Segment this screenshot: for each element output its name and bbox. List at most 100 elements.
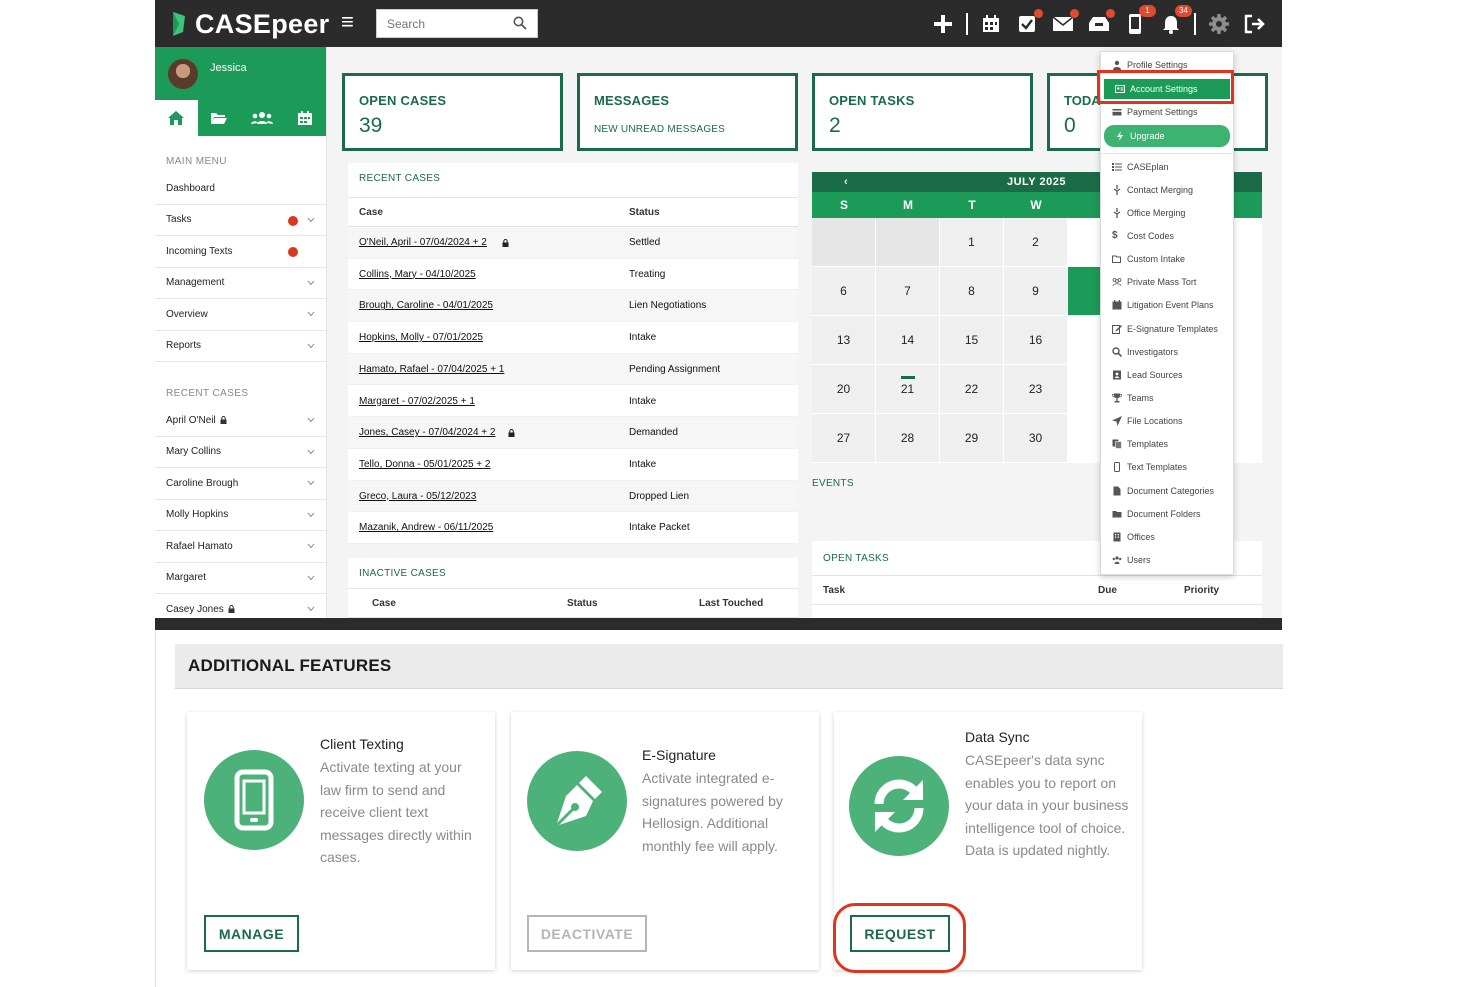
sidebar-item-incoming-texts[interactable]: Incoming Texts — [155, 236, 326, 268]
calendar-day-7[interactable]: 7 — [876, 267, 940, 316]
case-link[interactable]: O'Neil, April - 07/04/2024 + 2 — [359, 237, 487, 248]
sidebar-item-reports[interactable]: Reports — [155, 331, 326, 362]
chevron-down-icon[interactable] — [307, 542, 315, 550]
menu-item-templates[interactable]: Templates — [1101, 434, 1233, 454]
menu-item-file-locations[interactable]: File Locations — [1101, 411, 1233, 431]
sidebar-recent-molly-hopkins[interactable]: Molly Hopkins — [155, 500, 326, 531]
menu-item-text-templates[interactable]: Text Templates — [1101, 457, 1233, 477]
chevron-down-icon[interactable] — [307, 605, 315, 613]
chevron-down-icon[interactable] — [307, 574, 315, 582]
table-row[interactable]: Tello, Donna - 05/01/2025 + 2 Intake — [348, 449, 798, 481]
menu-item-private-mass-tort[interactable]: Private Mass Tort — [1101, 272, 1233, 292]
chevron-down-icon[interactable] — [307, 416, 315, 424]
sidebar-recent-margaret[interactable]: Margaret — [155, 563, 326, 594]
sidebar-recent-mary-collins[interactable]: Mary Collins — [155, 437, 326, 468]
case-link[interactable]: Hopkins, Molly - 07/01/2025 — [359, 332, 483, 343]
chevron-down-icon[interactable] — [307, 342, 315, 350]
tab-contacts[interactable] — [241, 100, 284, 136]
tab-home[interactable] — [155, 100, 198, 136]
menu-item-investigators[interactable]: Investigators — [1101, 342, 1233, 362]
calendar-day-23[interactable]: 23 — [1004, 365, 1068, 414]
calendar-day-15[interactable]: 15 — [940, 316, 1004, 365]
case-link[interactable]: Mazanik, Andrew - 06/11/2025 — [359, 522, 493, 533]
tab-calendar[interactable] — [283, 100, 326, 136]
menu-item-custom-intake[interactable]: Custom Intake — [1101, 249, 1233, 269]
case-link[interactable]: Hamato, Rafael - 07/04/2025 + 1 — [359, 364, 504, 375]
menu-item-document-categories[interactable]: Document Categories — [1101, 481, 1233, 501]
table-row[interactable]: Mazanik, Andrew - 06/11/2025 Intake Packe… — [348, 512, 798, 544]
calendar-day-16[interactable]: 16 — [1004, 316, 1068, 365]
chevron-down-icon[interactable] — [307, 216, 315, 224]
chevron-down-icon[interactable] — [307, 310, 315, 318]
table-row[interactable]: Collins, Mary - 04/10/2025 Treating — [348, 259, 798, 291]
calendar-day-21[interactable]: 21 — [876, 365, 940, 414]
case-link[interactable]: Collins, Mary - 04/10/2025 — [359, 269, 476, 280]
table-row[interactable]: Hamato, Rafael - 07/04/2025 + 1 Pending A… — [348, 353, 798, 386]
menu-item-office-merging[interactable]: Office Merging — [1101, 203, 1233, 223]
case-link[interactable]: Brough, Caroline - 04/01/2025 — [359, 300, 493, 311]
calendar-day-29[interactable]: 29 — [940, 414, 1004, 463]
sidebar-item-tasks[interactable]: Tasks — [155, 205, 326, 236]
mobile-phone-icon[interactable]: 1 — [1122, 4, 1156, 37]
calendar-day-14[interactable]: 14 — [876, 316, 940, 365]
mail-icon[interactable] — [1050, 8, 1079, 37]
sidebar-recent-rafael-hamato[interactable]: Rafael Hamato — [155, 531, 326, 563]
messages-card[interactable]: MESSAGES NEW UNREAD MESSAGES — [577, 73, 798, 151]
prev-month-button[interactable]: ‹ — [844, 176, 848, 188]
calendar-day-8[interactable]: 8 — [940, 267, 1004, 316]
casepeer-logo[interactable]: CASEpeer — [169, 7, 329, 41]
menu-item-payment-settings[interactable]: Payment Settings — [1101, 102, 1233, 122]
logout-icon[interactable] — [1242, 11, 1268, 37]
calendar-icon[interactable] — [978, 11, 1004, 37]
search-input[interactable] — [377, 10, 507, 37]
tab-cases[interactable] — [198, 100, 241, 136]
calendar-day-22[interactable]: 22 — [940, 365, 1004, 414]
calendar-day-2[interactable]: 2 — [1004, 218, 1068, 267]
menu-item-litigation-event-plans[interactable]: Litigation Event Plans — [1101, 295, 1233, 315]
menu-item-e-signature-templates[interactable]: E-Signature Templates — [1101, 319, 1233, 339]
inbox-icon[interactable] — [1086, 8, 1115, 37]
chevron-down-icon[interactable] — [307, 479, 315, 487]
chevron-down-icon[interactable] — [307, 279, 315, 287]
open-tasks-card[interactable]: OPEN TASKS 2 — [812, 73, 1033, 151]
hamburger-menu-icon[interactable]: ≡ — [341, 11, 357, 33]
calendar-day-20[interactable]: 20 — [812, 365, 876, 414]
sidebar-recent-caroline-brough[interactable]: Caroline Brough — [155, 468, 326, 500]
search-icon[interactable] — [513, 16, 527, 30]
case-link[interactable]: Jones, Casey - 07/04/2024 + 2 — [359, 427, 495, 438]
menu-item-document-folders[interactable]: Document Folders — [1101, 504, 1233, 524]
manage-button[interactable]: MANAGE — [204, 915, 299, 952]
calendar-day-30[interactable]: 30 — [1004, 414, 1068, 463]
menu-item-offices[interactable]: Offices — [1101, 527, 1233, 547]
table-row[interactable]: Jones, Casey - 07/04/2024 + 2 Demanded — [348, 417, 798, 449]
menu-item-lead-sources[interactable]: Lead Sources — [1101, 365, 1233, 385]
table-row[interactable]: Brough, Caroline - 04/01/2025 Lien Negoti… — [348, 290, 798, 323]
table-row[interactable]: Margaret - 07/02/2025 + 1 Intake — [348, 386, 798, 418]
case-link[interactable]: Margaret - 07/02/2025 + 1 — [359, 396, 475, 407]
sidebar-recent-april-oneil[interactable]: April O'Neil — [155, 405, 326, 437]
chevron-down-icon[interactable] — [307, 511, 315, 519]
gear-icon[interactable] — [1206, 11, 1232, 37]
sidebar-item-dashboard[interactable]: Dashboard — [155, 173, 326, 205]
table-row[interactable]: Greco, Laura - 05/12/2023 Dropped Lien — [348, 480, 798, 513]
chevron-down-icon[interactable] — [307, 448, 315, 456]
user-block[interactable]: Jessica — [155, 47, 326, 100]
case-link[interactable]: Tello, Donna - 05/01/2025 + 2 — [359, 459, 490, 470]
menu-item-contact-merging[interactable]: Contact Merging — [1101, 180, 1233, 200]
add-icon[interactable] — [930, 11, 956, 37]
table-row[interactable]: O'Neil, April - 07/04/2024 + 2 Settled — [348, 227, 798, 259]
calendar-day-6[interactable]: 6 — [812, 267, 876, 316]
deactivate-button[interactable]: DEACTIVATE — [527, 915, 647, 952]
calendar-day-28[interactable]: 28 — [876, 414, 940, 463]
menu-item-users[interactable]: Users — [1101, 550, 1233, 570]
menu-item-upgrade[interactable]: Upgrade — [1104, 125, 1230, 147]
menu-item-cost-codes[interactable]: $ Cost Codes — [1101, 226, 1233, 246]
open-cases-card[interactable]: OPEN CASES 39 — [342, 73, 563, 151]
sidebar-item-management[interactable]: Management — [155, 268, 326, 299]
calendar-day-13[interactable]: 13 — [812, 316, 876, 365]
sidebar-item-overview[interactable]: Overview — [155, 299, 326, 331]
calendar-day-27[interactable]: 27 — [812, 414, 876, 463]
menu-item-caseplan[interactable]: CASEplan — [1101, 157, 1233, 177]
tasks-check-icon[interactable] — [1014, 8, 1043, 37]
bell-icon[interactable]: 34 — [1158, 4, 1192, 37]
